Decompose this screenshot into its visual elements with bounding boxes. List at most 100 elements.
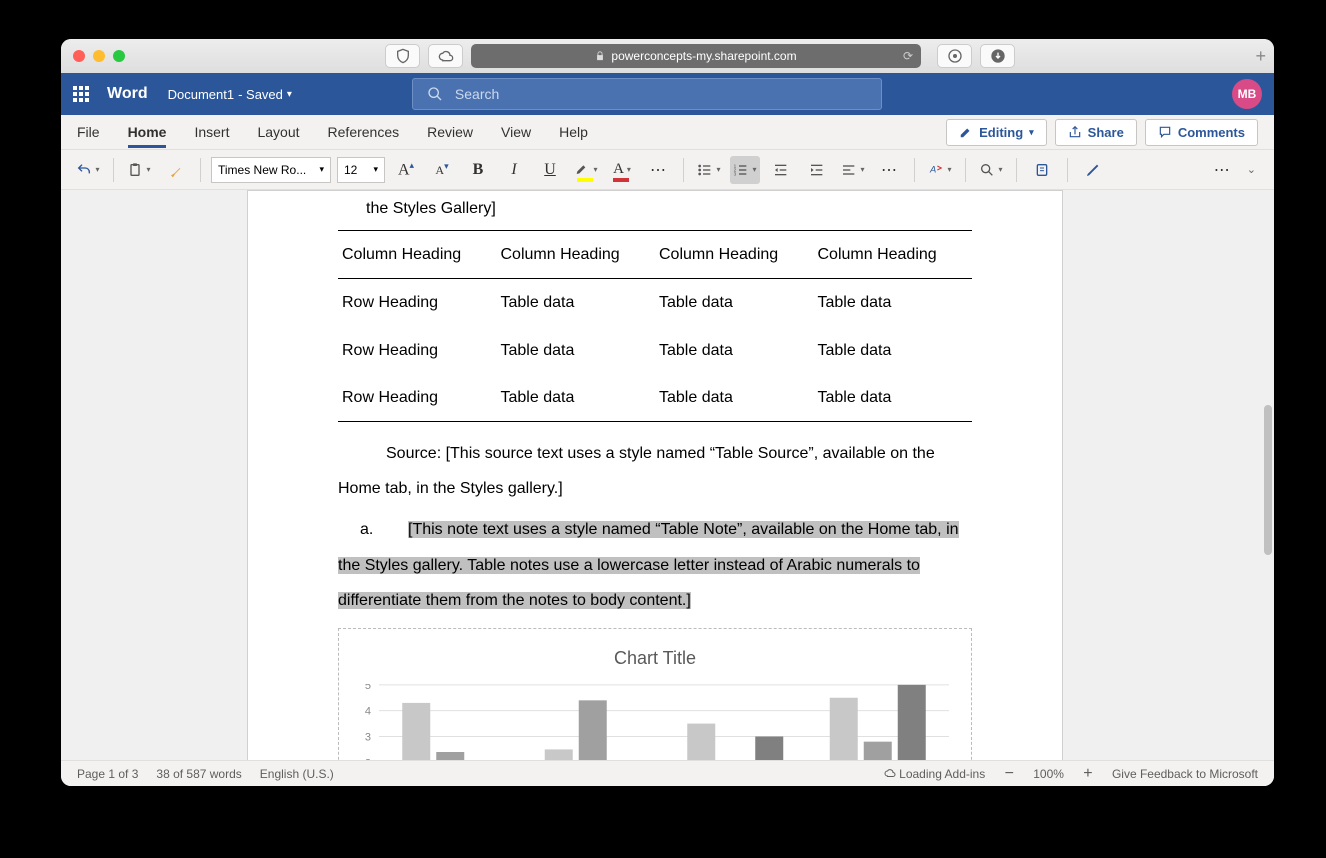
- tab-references[interactable]: References: [328, 116, 400, 148]
- document-name[interactable]: Document1: [168, 87, 234, 102]
- paintbrush-icon: [167, 162, 183, 178]
- url-text: powerconcepts-my.sharepoint.com: [611, 49, 796, 63]
- table-source: Source: [This source text uses a style n…: [338, 436, 972, 506]
- comments-button[interactable]: Comments: [1145, 119, 1258, 146]
- chart-container[interactable]: Chart Title 23456: [338, 628, 972, 760]
- undo-button[interactable]: ▾: [73, 156, 103, 184]
- share-icon: [1068, 125, 1082, 139]
- find-button[interactable]: ▾: [976, 156, 1006, 184]
- shrink-font-button[interactable]: A▾: [427, 156, 457, 184]
- table-header: Column Heading: [338, 231, 497, 279]
- addins-status[interactable]: Loading Add-ins: [884, 767, 985, 781]
- document-canvas[interactable]: the Styles Gallery] Column HeadingColumn…: [61, 190, 1274, 760]
- word-count[interactable]: 38 of 587 words: [156, 767, 241, 781]
- tab-layout[interactable]: Layout: [257, 116, 299, 148]
- highlighter-icon: [574, 162, 590, 178]
- tab-view[interactable]: View: [501, 116, 531, 148]
- status-bar: Page 1 of 3 38 of 587 words English (U.S…: [61, 760, 1274, 786]
- language-indicator[interactable]: English (U.S.): [260, 767, 334, 781]
- tab-help[interactable]: Help: [559, 116, 588, 148]
- indent-icon: [809, 162, 825, 178]
- format-painter-button[interactable]: [160, 156, 190, 184]
- app-launcher[interactable]: [73, 86, 89, 102]
- align-button[interactable]: ▾: [838, 156, 868, 184]
- font-family-select[interactable]: Times New Ro...▾: [211, 157, 331, 183]
- tab-insert[interactable]: Insert: [194, 116, 229, 148]
- bullets-button[interactable]: ▾: [694, 156, 724, 184]
- page-indicator[interactable]: Page 1 of 3: [77, 767, 138, 781]
- svg-text:2: 2: [365, 758, 371, 760]
- table-caption-fragment: the Styles Gallery]: [366, 191, 972, 226]
- italic-button[interactable]: I: [499, 156, 529, 184]
- designer-button[interactable]: [1078, 156, 1108, 184]
- share-button[interactable]: Share: [1055, 119, 1137, 146]
- url-bar[interactable]: powerconcepts-my.sharepoint.com ⟳: [471, 44, 921, 68]
- search-icon: [427, 86, 443, 102]
- table-row: Row HeadingTable dataTable dataTable dat…: [338, 327, 972, 374]
- document-save-state[interactable]: - Saved: [238, 87, 283, 102]
- note-text: [This note text uses a style named “Tabl…: [338, 521, 959, 608]
- zoom-level[interactable]: 100%: [1033, 767, 1064, 781]
- new-tab-button[interactable]: +: [1255, 46, 1266, 67]
- font-size-select[interactable]: 12▾: [337, 157, 385, 183]
- chart-title: Chart Title: [349, 639, 961, 679]
- styles-button[interactable]: A▾: [925, 156, 955, 184]
- table-row: Row HeadingTable dataTable dataTable dat…: [338, 374, 972, 422]
- grow-font-button[interactable]: A▴: [391, 156, 421, 184]
- pencil-icon: [959, 125, 973, 139]
- privacy-report-button[interactable]: [385, 44, 420, 68]
- browser-titlebar: powerconcepts-my.sharepoint.com ⟳ +: [61, 39, 1274, 73]
- dictate-icon: [1034, 162, 1050, 178]
- undo-icon: [76, 162, 92, 178]
- ribbon-tabs: File Home Insert Layout References Revie…: [61, 115, 1274, 150]
- decrease-indent-button[interactable]: [766, 156, 796, 184]
- tab-file[interactable]: File: [77, 116, 100, 148]
- svg-text:4: 4: [365, 706, 371, 718]
- clipboard-icon: [127, 162, 143, 178]
- avatar[interactable]: MB: [1232, 79, 1262, 109]
- search-input[interactable]: Search: [412, 78, 882, 110]
- editing-mode-button[interactable]: Editing ▾: [946, 119, 1047, 146]
- search-placeholder: Search: [455, 86, 499, 102]
- bold-button[interactable]: B: [463, 156, 493, 184]
- app-name[interactable]: Word: [107, 85, 148, 103]
- underline-button[interactable]: U: [535, 156, 565, 184]
- numbering-button[interactable]: 123▾: [730, 156, 760, 184]
- collapse-ribbon-button[interactable]: ⌄: [1241, 163, 1262, 176]
- close-window[interactable]: [73, 50, 85, 62]
- download-icon: [990, 48, 1006, 64]
- more-commands-button[interactable]: ⋯: [1207, 156, 1237, 184]
- align-left-icon: [841, 162, 857, 178]
- more-font-button[interactable]: ⋯: [643, 156, 673, 184]
- zoom-in-button[interactable]: +: [1080, 765, 1096, 783]
- vertical-scrollbar[interactable]: [1264, 405, 1272, 555]
- downloads-button[interactable]: [980, 44, 1015, 68]
- window-controls: [73, 50, 125, 62]
- svg-text:3: 3: [365, 732, 371, 744]
- reader-button[interactable]: [937, 44, 972, 68]
- feedback-link[interactable]: Give Feedback to Microsoft: [1112, 767, 1258, 781]
- dictate-button[interactable]: [1027, 156, 1057, 184]
- paste-button[interactable]: ▾: [124, 156, 154, 184]
- tab-home[interactable]: Home: [128, 116, 167, 148]
- minimize-window[interactable]: [93, 50, 105, 62]
- cloud-tabs-button[interactable]: [428, 44, 463, 68]
- svg-text:5: 5: [365, 684, 371, 692]
- table-note: a.[This note text uses a style named “Ta…: [338, 512, 972, 618]
- svg-text:3: 3: [734, 171, 737, 176]
- highlight-button[interactable]: ▾: [571, 156, 601, 184]
- styles-icon: A: [928, 162, 944, 178]
- bullets-icon: [697, 162, 713, 178]
- increase-indent-button[interactable]: [802, 156, 832, 184]
- tab-review[interactable]: Review: [427, 116, 473, 148]
- maximize-window[interactable]: [113, 50, 125, 62]
- chevron-down-icon[interactable]: ▾: [287, 89, 292, 100]
- app-window: powerconcepts-my.sharepoint.com ⟳ + Word…: [61, 39, 1274, 786]
- refresh-icon[interactable]: ⟳: [903, 49, 913, 63]
- cloud-icon: [884, 767, 896, 779]
- zoom-out-button[interactable]: −: [1001, 765, 1017, 783]
- more-para-button[interactable]: ⋯: [874, 156, 904, 184]
- pen-icon: [1085, 162, 1101, 178]
- lock-icon: [595, 51, 605, 61]
- font-color-button[interactable]: A▾: [607, 156, 637, 184]
